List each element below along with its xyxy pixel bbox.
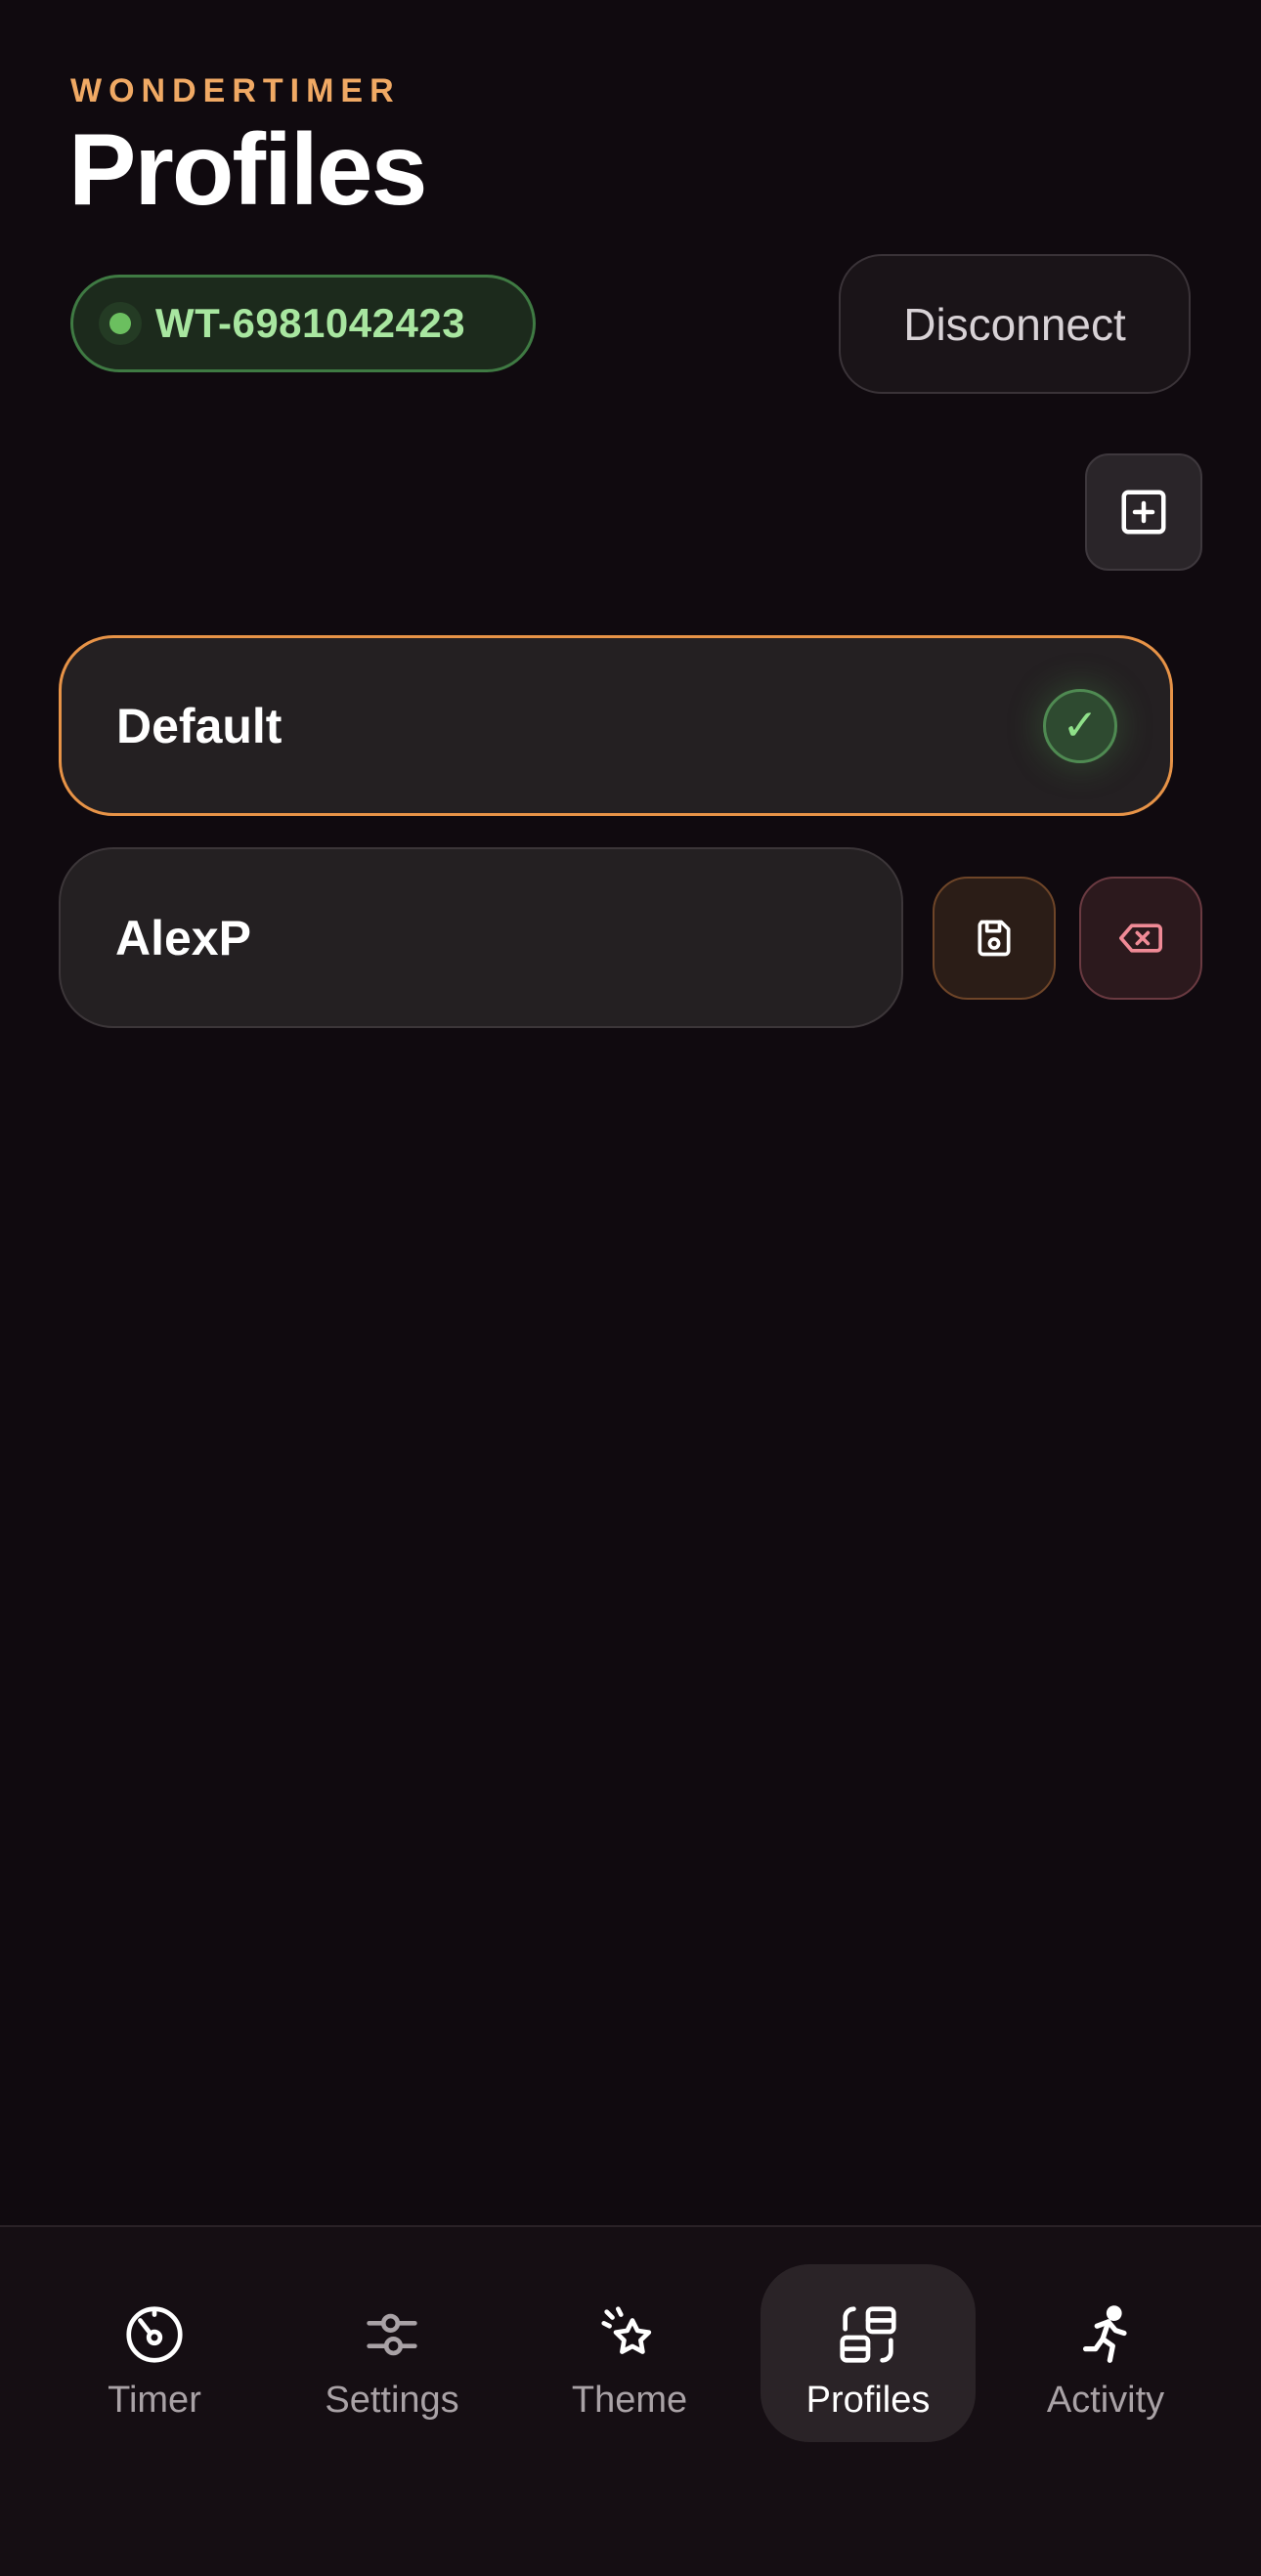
bottom-navigation: Timer Settings Theme Profiles Activity (0, 2225, 1261, 2576)
floppy-disk-icon (978, 920, 1011, 957)
nav-item-theme[interactable]: Theme (522, 2264, 737, 2442)
brand-label: WONDERTIMER (70, 72, 401, 109)
status-dot-icon (109, 313, 131, 334)
nav-label: Settings (325, 2380, 459, 2421)
profiles-layout-icon (833, 2299, 903, 2370)
check-circle-icon: ✓ (1043, 688, 1117, 763)
add-profile-button[interactable] (1085, 453, 1202, 571)
page-title: Profiles (68, 113, 427, 227)
nav-item-profiles[interactable]: Profiles (761, 2264, 976, 2442)
device-id: WT-6981042423 (155, 300, 466, 346)
nav-label: Activity (1046, 2380, 1165, 2421)
profile-item-alexp[interactable]: AlexP (59, 847, 903, 1028)
running-person-icon (1070, 2299, 1141, 2370)
timer-dial-icon (119, 2299, 190, 2370)
nav-item-settings[interactable]: Settings (284, 2264, 500, 2442)
save-profile-button[interactable] (933, 877, 1056, 1000)
backspace-x-icon (1119, 923, 1162, 953)
disconnect-button[interactable]: Disconnect (839, 254, 1191, 394)
nav-label: Theme (571, 2380, 688, 2421)
sliders-icon (357, 2299, 427, 2370)
sparkle-star-icon (594, 2299, 665, 2370)
plus-square-icon (1121, 490, 1166, 535)
profile-name: Default (116, 698, 283, 753)
profile-item-default[interactable]: Default ✓ (59, 635, 1173, 816)
nav-label: Timer (108, 2380, 201, 2421)
profiles-screen: WONDERTIMER Profiles WT-6981042423 Disco… (0, 0, 1261, 2576)
nav-label: Profiles (805, 2380, 931, 2421)
nav-item-activity[interactable]: Activity (998, 2264, 1213, 2442)
profile-name: AlexP (115, 910, 251, 966)
delete-profile-button[interactable] (1079, 877, 1202, 1000)
nav-item-timer[interactable]: Timer (47, 2264, 262, 2442)
status-indicator (99, 302, 142, 345)
device-status-badge: WT-6981042423 (70, 275, 536, 372)
